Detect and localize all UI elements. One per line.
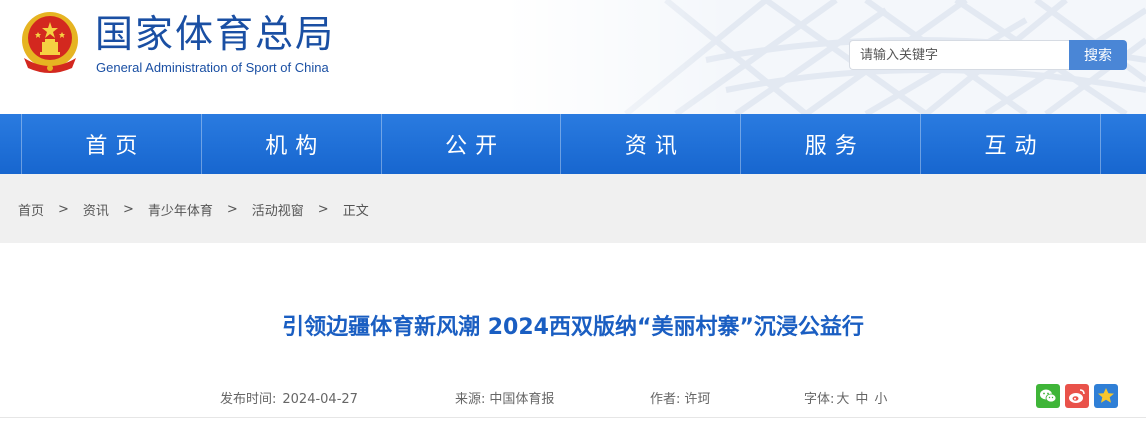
breadcrumb-bar: 首页 > 资讯 > 青少年体育 > 活动视窗 > 正文 [0, 174, 1146, 243]
font-size-large[interactable]: 大 [836, 392, 849, 407]
breadcrumb: 首页 > 资讯 > 青少年体育 > 活动视窗 > 正文 [18, 200, 369, 219]
breadcrumb-activity-window[interactable]: 活动视窗 [252, 200, 304, 219]
breadcrumb-news[interactable]: 资讯 [83, 200, 109, 219]
nav-item-services[interactable]: 服务 [740, 114, 920, 174]
article-title: 引领边疆体育新风潮 2024西双版纳“美丽村寨”沉浸公益行 [282, 315, 864, 340]
nav-item-home[interactable]: 首页 [21, 114, 201, 174]
breadcrumb-separator: > [226, 202, 238, 217]
favorite-star-icon[interactable] [1094, 384, 1118, 408]
breadcrumb-separator: > [317, 202, 329, 217]
breadcrumb-current: 正文 [342, 204, 369, 219]
source-value: 中国体育报 [489, 392, 555, 407]
breadcrumb-separator: > [58, 202, 69, 217]
wechat-icon[interactable] [1036, 384, 1060, 408]
search-input[interactable] [849, 40, 1071, 70]
meta-divider [0, 417, 1146, 418]
site-title[interactable]: 国家体育总局 [95, 12, 335, 56]
nav-item-public[interactable]: 公开 [380, 114, 561, 174]
author-value: 许珂 [684, 392, 711, 407]
source-label: 来源: [455, 392, 486, 407]
breadcrumb-separator: > [122, 202, 134, 217]
breadcrumb-youth-sports[interactable]: 青少年体育 [148, 200, 213, 219]
font-size-small[interactable]: 小 [874, 392, 887, 407]
author: 作者: 许珂 [650, 388, 710, 407]
nav-item-organization[interactable]: 机构 [200, 114, 381, 174]
publish-date: 2024-04-27 [282, 392, 358, 407]
site-subtitle: General Administration of Sport of China [96, 60, 329, 75]
font-size-medium[interactable]: 中 [855, 392, 868, 407]
search-button[interactable]: 搜索 [1069, 40, 1127, 70]
weibo-icon[interactable] [1065, 384, 1089, 408]
source: 来源: 中国体育报 [455, 388, 554, 407]
publish-label: 发布时间: [220, 392, 277, 407]
font-size-control: 字体: 大中小 [804, 388, 887, 407]
nav-item-interaction[interactable]: 互动 [920, 114, 1101, 174]
author-label: 作者: [650, 392, 681, 407]
national-emblem-icon [22, 12, 78, 73]
font-label: 字体: [804, 392, 835, 407]
main-nav: 首页 机构 公开 资讯 服务 互动 [0, 114, 1146, 174]
publish-time: 发布时间: 2024-04-27 [220, 388, 358, 407]
nav-item-news[interactable]: 资讯 [560, 114, 740, 174]
site-header: 国家体育总局 General Administration of Sport o… [0, 0, 1146, 114]
breadcrumb-home[interactable]: 首页 [18, 200, 44, 219]
